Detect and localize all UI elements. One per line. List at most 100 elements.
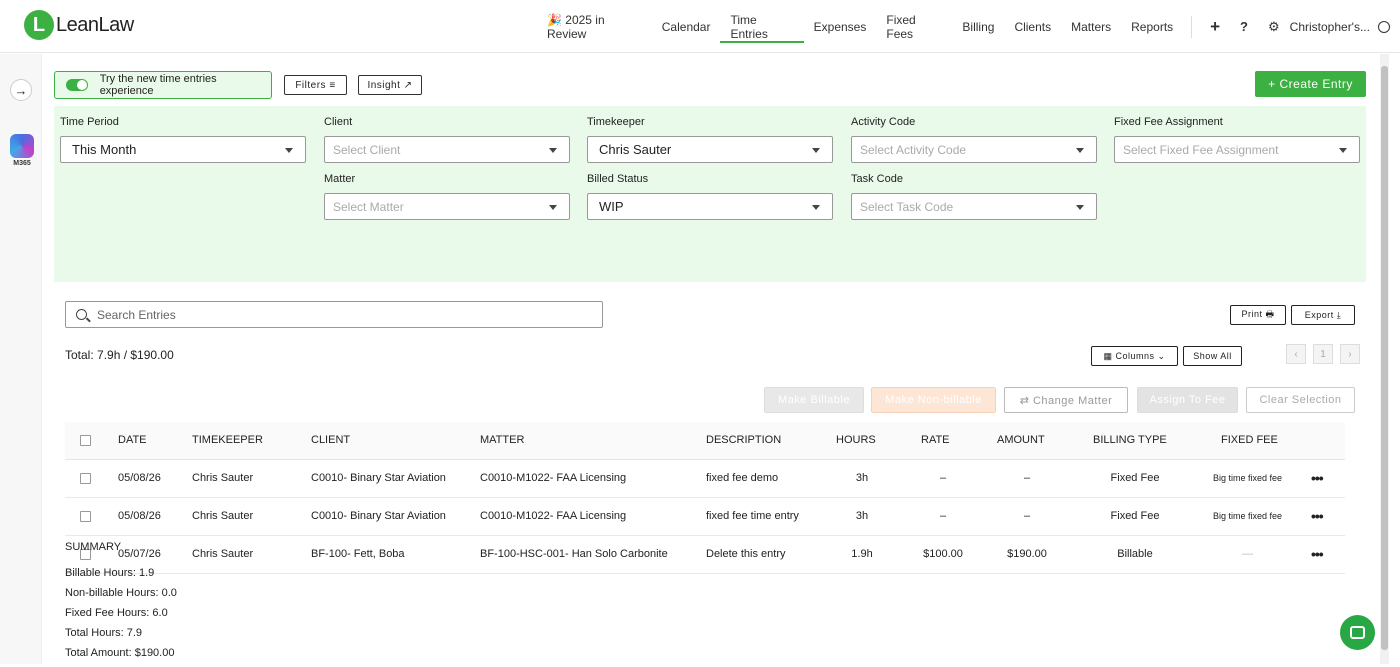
row-checkbox[interactable] — [80, 473, 91, 484]
header-fixed-fee[interactable]: FIXED FEE — [1221, 434, 1278, 446]
summary-nonbillable-hours: Non-billable Hours: 0.0 — [65, 587, 177, 599]
nav-2025-review[interactable]: 🎉 2025 in Review — [537, 0, 652, 53]
filter-matter: Matter Select Matter — [324, 173, 570, 220]
activity-code-label: Activity Code — [851, 116, 916, 128]
total-summary: Total: 7.9h / $190.00 — [65, 348, 174, 362]
row-billing-type: Fixed Fee — [1110, 510, 1160, 522]
toggle-label: Try the new time entries experience — [99, 73, 217, 97]
nav-calendar[interactable]: Calendar — [652, 0, 721, 53]
print-button[interactable]: Print 🖶 — [1230, 305, 1286, 325]
chat-icon — [1350, 626, 1365, 639]
time-period-label: Time Period — [60, 116, 119, 128]
header-billing-type[interactable]: BILLING TYPE — [1093, 434, 1167, 446]
search-icon — [76, 309, 87, 320]
task-code-select[interactable]: Select Task Code — [851, 193, 1097, 220]
new-experience-toggle[interactable]: Try the new time entries experience — [54, 71, 272, 99]
row-matter: C0010-M1022- FAA Licensing — [480, 472, 627, 484]
row-description: fixed fee time entry — [706, 510, 799, 522]
nav-billing[interactable]: Billing — [952, 0, 1004, 53]
row-more-icon[interactable]: ••• — [1311, 546, 1324, 562]
nav-clients[interactable]: Clients — [1004, 0, 1061, 53]
summary-section: SUMMARY Billable Hours: 1.9 Non-billable… — [65, 541, 177, 667]
top-navigation-bar: L LeanLaw 🎉 2025 in Review Calendar Time… — [0, 0, 1400, 53]
change-matter-button[interactable]: ⇄ Change Matter — [1004, 387, 1128, 413]
row-rate: – — [939, 510, 947, 522]
make-nonbillable-button[interactable]: Make Non-billable — [871, 387, 996, 413]
row-rate: $100.00 — [923, 548, 963, 560]
nav-expenses[interactable]: Expenses — [804, 0, 877, 53]
page-scrollbar[interactable] — [1380, 54, 1389, 664]
filter-panel: Time Period This Month Client Select Cli… — [54, 106, 1366, 282]
row-client: C0010- Binary Star Aviation — [311, 472, 446, 484]
filter-task-code: Task Code Select Task Code — [851, 173, 1097, 220]
header-matter[interactable]: MATTER — [480, 434, 524, 446]
select-all-checkbox[interactable] — [80, 435, 91, 446]
export-button[interactable]: Export ⤓ — [1291, 305, 1355, 325]
header-timekeeper[interactable]: TIMEKEEPER — [192, 434, 263, 446]
client-select[interactable]: Select Client — [324, 136, 570, 163]
logo-mark: L — [24, 10, 54, 40]
expand-sidebar-button[interactable]: → — [10, 79, 32, 101]
header-hours[interactable]: HOURS — [836, 434, 876, 446]
toggle-switch[interactable] — [66, 79, 88, 91]
row-billing-type: Fixed Fee — [1110, 472, 1160, 484]
logo-text: LeanLaw — [56, 13, 134, 36]
nav-reports[interactable]: Reports — [1121, 0, 1183, 53]
time-period-select[interactable]: This Month — [60, 136, 306, 163]
header-rate[interactable]: RATE — [921, 434, 950, 446]
nav-divider — [1191, 15, 1193, 38]
filter-time-period: Time Period This Month — [60, 116, 306, 163]
timekeeper-label: Timekeeper — [587, 116, 645, 128]
assign-to-fee-button[interactable]: Assign To Fee — [1137, 387, 1238, 413]
matter-select[interactable]: Select Matter — [324, 193, 570, 220]
row-timekeeper: Chris Sauter — [192, 548, 254, 560]
summary-billable-hours: Billable Hours: 1.9 — [65, 567, 155, 579]
search-input[interactable]: Search Entries — [65, 301, 603, 328]
row-client: BF-100- Fett, Boba — [311, 548, 405, 560]
pager-prev-button[interactable]: ‹ — [1286, 344, 1306, 364]
timekeeper-select[interactable]: Chris Sauter — [587, 136, 833, 163]
row-more-icon[interactable]: ••• — [1311, 508, 1324, 524]
show-all-button[interactable]: Show All — [1183, 346, 1242, 366]
pager-page-number[interactable]: 1 — [1313, 344, 1333, 364]
pager-next-button[interactable]: › — [1340, 344, 1360, 364]
nav-matters[interactable]: Matters — [1061, 0, 1121, 53]
user-name: Christopher's... — [1289, 19, 1370, 34]
table-row[interactable]: 05/08/26 Chris Sauter C0010- Binary Star… — [65, 460, 1345, 498]
row-amount: – — [1023, 510, 1031, 522]
columns-button[interactable]: ▦ Columns ⌄ — [1091, 346, 1178, 366]
gear-icon[interactable]: ⚙ — [1258, 19, 1290, 35]
summary-total-hours: Total Hours: 7.9 — [65, 627, 143, 639]
row-date: 05/08/26 — [118, 472, 161, 484]
header-date[interactable]: DATE — [118, 434, 147, 446]
header-description[interactable]: DESCRIPTION — [706, 434, 781, 446]
header-client[interactable]: CLIENT — [311, 434, 350, 446]
activity-code-select[interactable]: Select Activity Code — [851, 136, 1097, 163]
row-checkbox[interactable] — [80, 511, 91, 522]
header-amount[interactable]: AMOUNT — [997, 434, 1045, 446]
row-more-icon[interactable]: ••• — [1311, 470, 1324, 486]
row-hours: 1.9h — [851, 548, 873, 560]
table-row[interactable]: 05/07/26 Chris Sauter BF-100- Fett, Boba… — [65, 536, 1345, 574]
nav-time-entries[interactable]: Time Entries — [720, 0, 804, 53]
clear-selection-button[interactable]: Clear Selection — [1246, 387, 1355, 413]
entries-table: DATE TIMEKEEPER CLIENT MATTER DESCRIPTIO… — [65, 422, 1345, 574]
plus-icon[interactable]: + — [1200, 17, 1230, 37]
table-row[interactable]: 05/08/26 Chris Sauter C0010- Binary Star… — [65, 498, 1345, 536]
nav-fixed-fees[interactable]: Fixed Fees — [876, 0, 952, 53]
chat-button[interactable] — [1340, 615, 1375, 650]
billed-status-label: Billed Status — [587, 173, 649, 185]
m365-integration[interactable]: M365 — [9, 134, 35, 167]
billed-status-select[interactable]: WIP — [587, 193, 833, 220]
leanlaw-logo[interactable]: L LeanLaw — [24, 10, 134, 40]
row-description: Delete this entry — [706, 548, 786, 560]
row-matter: BF-100-HSC-001- Han Solo Carbonite — [480, 548, 668, 560]
fixed-fee-assignment-select[interactable]: Select Fixed Fee Assignment — [1114, 136, 1360, 163]
filters-button[interactable]: Filters ≡ — [284, 75, 347, 95]
help-icon[interactable]: ? — [1230, 19, 1258, 34]
scrollbar-thumb[interactable] — [1381, 66, 1388, 650]
make-billable-button[interactable]: Make Billable — [764, 387, 864, 413]
insight-button[interactable]: Insight ↗ — [358, 75, 422, 95]
create-entry-button[interactable]: + Create Entry — [1255, 71, 1366, 97]
user-menu[interactable]: Christopher's... — [1290, 0, 1400, 53]
